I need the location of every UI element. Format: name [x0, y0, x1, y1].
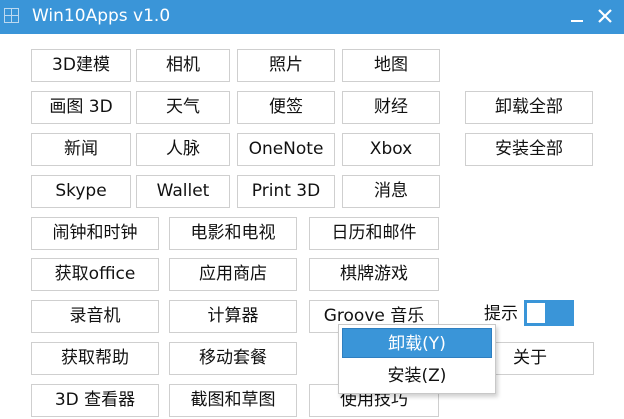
context-menu-uninstall[interactable]: 卸载(Y): [342, 328, 492, 358]
people-button[interactable]: 人脉: [136, 133, 230, 166]
store-button[interactable]: 应用商店: [169, 258, 297, 291]
calendar-mail-button[interactable]: 日历和邮件: [309, 217, 439, 250]
context-menu-install[interactable]: 安装(Z): [342, 361, 492, 391]
close-icon[interactable]: [594, 2, 618, 30]
movies-tv-button[interactable]: 电影和电视: [169, 217, 297, 250]
context-menu: 卸载(Y) 安装(Z): [338, 324, 496, 394]
hint-toggle[interactable]: [524, 300, 574, 326]
alarms-clock-button[interactable]: 闹钟和时钟: [31, 217, 159, 250]
xbox-button[interactable]: Xbox: [342, 133, 440, 166]
camera-button[interactable]: 相机: [136, 49, 230, 82]
sticky-notes-button[interactable]: 便签: [237, 91, 335, 124]
weather-button[interactable]: 天气: [136, 91, 230, 124]
print3d-button[interactable]: Print 3D: [237, 175, 335, 208]
maps-button[interactable]: 地图: [342, 49, 440, 82]
hint-label: 提示: [484, 304, 518, 324]
paint3d-button[interactable]: 画图 3D: [31, 91, 131, 124]
toggle-knob: [527, 303, 545, 323]
minimize-icon[interactable]: [566, 2, 590, 30]
calculator-button[interactable]: 计算器: [169, 300, 297, 333]
photos-button[interactable]: 照片: [237, 49, 335, 82]
onenote-button[interactable]: OneNote: [237, 133, 335, 166]
board-games-button[interactable]: 棋牌游戏: [309, 258, 439, 291]
app-icon: [4, 8, 19, 23]
uninstall-all-button[interactable]: 卸载全部: [465, 91, 593, 124]
voice-recorder-button[interactable]: 录音机: [31, 300, 159, 333]
wallet-button[interactable]: Wallet: [136, 175, 230, 208]
get-office-button[interactable]: 获取office: [31, 258, 159, 291]
3d-builder-button[interactable]: 3D建模: [31, 49, 131, 82]
title-bar: Win10Apps v1.0: [0, 0, 624, 34]
get-help-button[interactable]: 获取帮助: [31, 342, 159, 375]
messaging-button[interactable]: 消息: [342, 175, 440, 208]
window-title: Win10Apps v1.0: [32, 6, 171, 26]
finance-button[interactable]: 财经: [342, 91, 440, 124]
mobile-plans-button[interactable]: 移动套餐: [169, 342, 297, 375]
3d-viewer-button[interactable]: 3D 查看器: [31, 384, 159, 417]
install-all-button[interactable]: 安装全部: [465, 133, 593, 166]
snip-sketch-button[interactable]: 截图和草图: [169, 384, 297, 417]
news-button[interactable]: 新闻: [31, 133, 131, 166]
skype-button[interactable]: Skype: [31, 175, 131, 208]
